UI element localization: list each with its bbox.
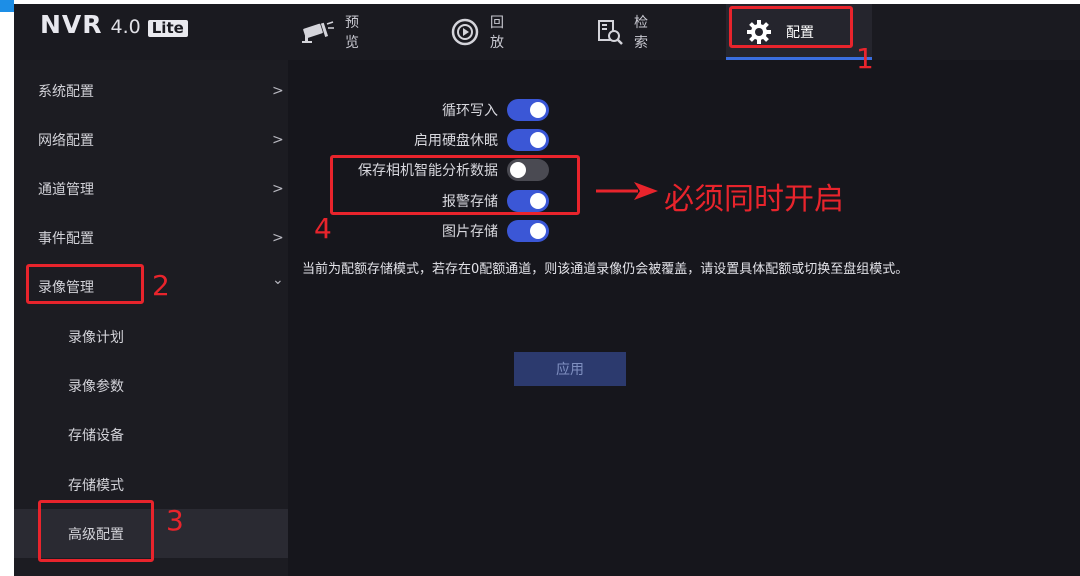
annotation-callout: 必须同时开启 xyxy=(664,182,844,217)
sidebar-item-label: 录像管理 xyxy=(38,279,94,296)
logo-edition-badge: Lite xyxy=(147,20,188,37)
chevron-right-icon: > xyxy=(272,229,284,246)
tab-preview-label: 预览 xyxy=(345,15,359,51)
sidebar-item-storage-mode[interactable]: 存储模式 xyxy=(14,460,288,509)
logo-brand: NVR xyxy=(40,10,103,39)
tab-preview[interactable]: 预览 xyxy=(301,4,359,60)
annotation-step-4: 4 xyxy=(314,212,332,245)
disk-sleep-toggle[interactable] xyxy=(507,129,549,151)
gear-icon xyxy=(742,18,776,46)
tab-playback-label: 回放 xyxy=(490,15,504,51)
sidebar-item-recording-parameters[interactable]: 录像参数 xyxy=(14,361,288,410)
loop-write-toggle[interactable] xyxy=(507,99,549,121)
sidebar-item-event-config[interactable]: 事件配置 > xyxy=(14,213,288,262)
annotation-step-2: 2 xyxy=(152,269,170,302)
sidebar-item-label: 网络配置 xyxy=(38,132,94,149)
sidebar-item-label: 通道管理 xyxy=(38,181,94,198)
setting-label: 循环写入 xyxy=(442,103,498,119)
sidebar-item-label: 存储模式 xyxy=(68,477,124,494)
search-icon xyxy=(594,18,624,46)
sidebar-item-system-config[interactable]: 系统配置 > xyxy=(14,66,288,115)
sidebar-item-label: 高级配置 xyxy=(68,526,124,543)
chevron-right-icon: > xyxy=(272,131,284,148)
sidebar-item-recording-management[interactable]: 录像管理 ⌄ xyxy=(14,262,288,311)
annotation-step-1: 1 xyxy=(856,42,874,75)
tab-search[interactable]: 检索 xyxy=(594,4,652,60)
sidebar-item-channel-management[interactable]: 通道管理 > xyxy=(14,164,288,213)
annotation-step-3: 3 xyxy=(166,504,184,537)
chevron-down-icon: ⌄ xyxy=(272,272,284,288)
setting-label: 图片存储 xyxy=(442,224,498,240)
sidebar-item-label: 存储设备 xyxy=(68,427,124,444)
sidebar-item-label: 系统配置 xyxy=(38,83,94,100)
sidebar: 系统配置 > 网络配置 > 通道管理 > 事件配置 > 录像管理 ⌄ 录像计划 … xyxy=(14,60,288,576)
nvr-logo: NVR 4.0 Lite xyxy=(40,10,188,44)
storage-mode-notice: 当前为配额存储模式，若存在0配额通道，则该通道录像仍会被覆盖，请设置具体配额或切… xyxy=(302,262,909,277)
corner-marker xyxy=(0,0,14,12)
nvr-app-window: NVR 4.0 Lite 预览 回放 检索 配置 系统配置 > 网络配置 > 通… xyxy=(14,4,1080,576)
tab-search-label: 检索 xyxy=(634,15,648,51)
sidebar-item-advanced-config[interactable]: 高级配置 xyxy=(14,509,288,558)
setting-label: 启用硬盘休眠 xyxy=(414,133,498,149)
sidebar-item-label: 录像计划 xyxy=(68,329,124,346)
setting-label: 保存相机智能分析数据 xyxy=(358,163,498,179)
sidebar-item-network-config[interactable]: 网络配置 > xyxy=(14,115,288,164)
setting-row-save-smart-analysis: 保存相机智能分析数据 xyxy=(288,157,498,183)
setting-label: 报警存储 xyxy=(442,194,498,210)
sidebar-item-label: 事件配置 xyxy=(38,230,94,247)
setting-row-alarm-storage: 报警存储 xyxy=(288,188,498,214)
setting-row-loop-write: 循环写入 xyxy=(288,97,498,123)
apply-button[interactable]: 应用 xyxy=(514,352,626,386)
sidebar-item-label: 录像参数 xyxy=(68,378,124,395)
annotation-arrow-icon xyxy=(596,182,658,200)
chevron-right-icon: > xyxy=(272,180,284,197)
chevron-right-icon: > xyxy=(272,82,284,99)
save-smart-analysis-toggle[interactable] xyxy=(507,159,549,181)
alarm-storage-toggle[interactable] xyxy=(507,190,549,212)
logo-version: 4.0 xyxy=(110,16,141,38)
image-storage-toggle[interactable] xyxy=(507,220,549,242)
settings-panel: 循环写入 启用硬盘休眠 保存相机智能分析数据 报警存储 图片存储 当前为配额存储… xyxy=(288,60,1080,576)
sidebar-item-recording-schedule[interactable]: 录像计划 xyxy=(14,312,288,361)
camera-icon xyxy=(301,18,335,46)
tab-config[interactable]: 配置 xyxy=(726,4,872,60)
playback-icon xyxy=(450,18,480,46)
tab-playback[interactable]: 回放 xyxy=(450,4,508,60)
setting-row-disk-sleep: 启用硬盘休眠 xyxy=(288,127,498,153)
top-bar: NVR 4.0 Lite 预览 回放 检索 配置 xyxy=(14,4,1080,60)
tab-config-label: 配置 xyxy=(786,25,814,41)
sidebar-item-storage-device[interactable]: 存储设备 xyxy=(14,410,288,459)
